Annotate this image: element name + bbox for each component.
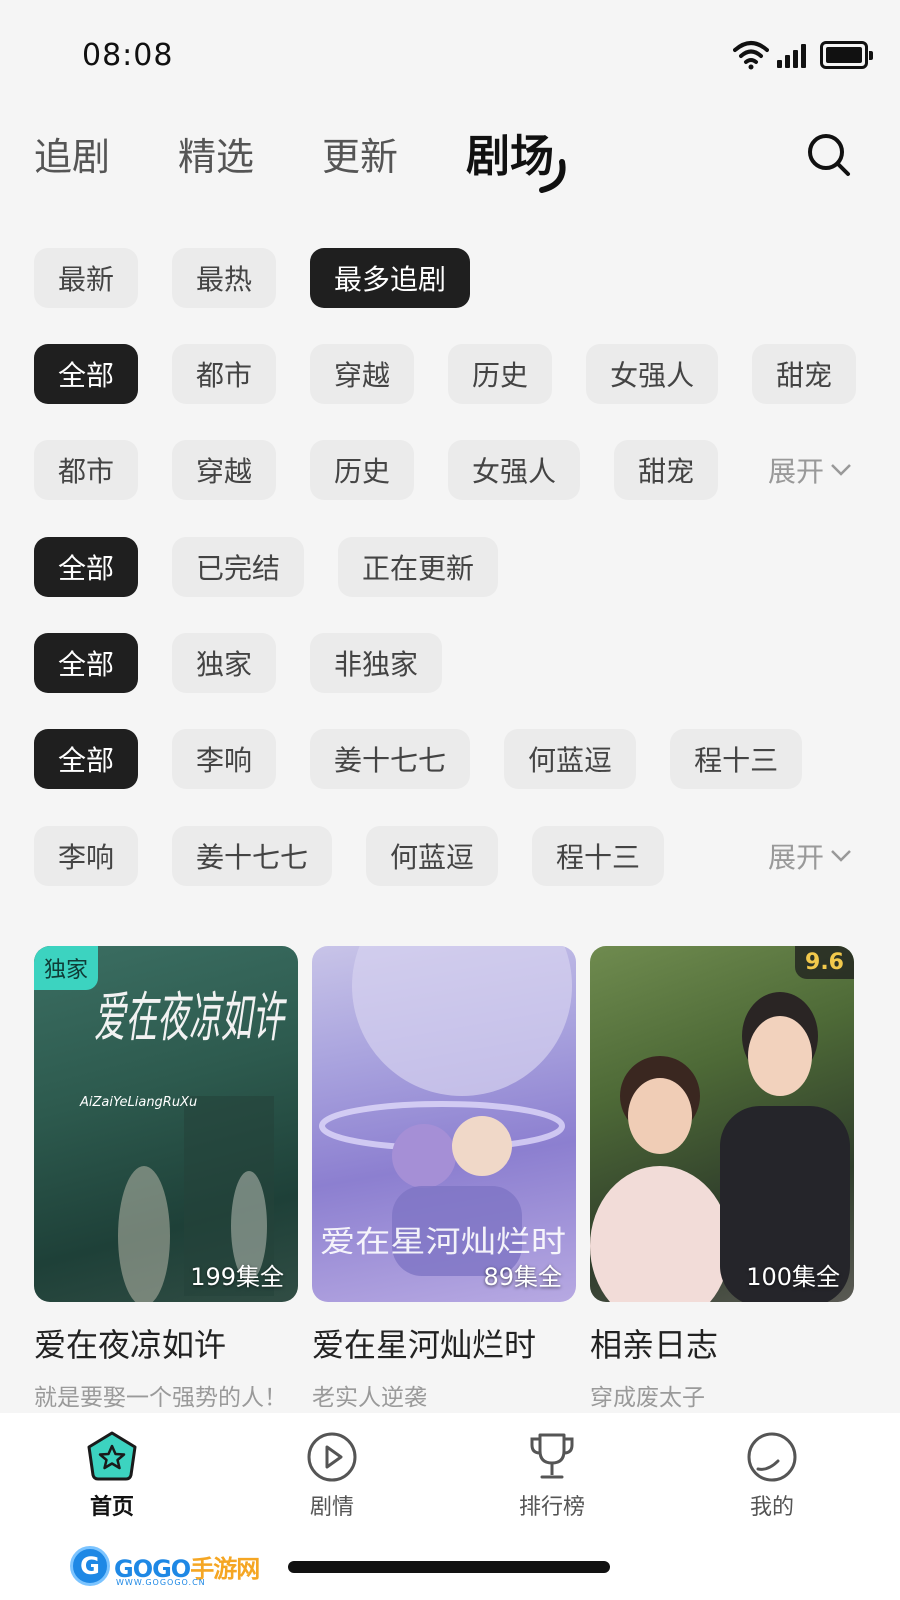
poster-title: 爱在星河灿烂时 — [320, 1225, 566, 1260]
genre-filter-row: 全部 都市 穿越 历史 女强人 甜宠 — [34, 344, 870, 404]
chip-genre2-sweet[interactable]: 甜宠 — [614, 440, 719, 500]
nav-label: 排行榜 — [518, 1495, 585, 1520]
chip-exclusive[interactable]: 独家 — [172, 633, 277, 693]
profile-circle-icon — [747, 1432, 797, 1482]
chip-genre2-timetravel[interactable]: 穿越 — [172, 440, 277, 500]
expand-actors-button[interactable]: 展开 — [768, 836, 852, 876]
chip-genre2-history[interactable]: 历史 — [310, 440, 415, 500]
trophy-icon — [530, 1433, 574, 1479]
chip-actor-2[interactable]: 姜十七七 — [310, 729, 471, 789]
drama-title: 爱在夜凉如许 — [34, 1326, 227, 1364]
drama-poster: 爱在夜凉如许 AiZaiYeLiangRuXu 独家 199集全 — [34, 946, 298, 1302]
drama-card[interactable]: 爱在星河灿烂时 89集全 爱在星河灿烂时 老实人逆袭 — [312, 946, 576, 1412]
chip-exclusive-all[interactable]: 全部 — [34, 633, 139, 693]
drama-description: 就是要娶一个强势的人！ — [34, 1385, 287, 1411]
poster-artwork: 爱在星河灿烂时 — [319, 946, 572, 1276]
chevron-down-icon — [831, 464, 851, 476]
chip-sort-most-followed[interactable]: 最多追剧 — [310, 248, 471, 308]
score-badge: 9.6 — [795, 946, 854, 979]
chip-status-all[interactable]: 全部 — [34, 537, 139, 597]
nav-home[interactable]: 首页 — [52, 1429, 172, 1521]
drama-description: 老实人逆袭 — [312, 1385, 427, 1411]
drama-grid: 爱在夜凉如许 AiZaiYeLiangRuXu 独家 199集全 爱在夜凉如许 … — [34, 946, 854, 1412]
tab-theater[interactable]: 剧场 — [466, 128, 566, 193]
chip-status-updating[interactable]: 正在更新 — [338, 537, 499, 597]
nav-ranking[interactable]: 排行榜 — [492, 1429, 612, 1521]
play-circle-icon — [307, 1432, 357, 1482]
chip-genre-sweet[interactable]: 甜宠 — [752, 344, 857, 404]
tab-follow[interactable]: 追剧 — [34, 128, 110, 186]
drama-card[interactable]: 9.6 100集全 相亲日志 穿成废太子 — [590, 946, 854, 1412]
nav-profile[interactable]: 我的 — [712, 1429, 832, 1521]
drama-description: 穿成废太子 — [590, 1385, 705, 1411]
watermark-logo: G GOGO手游网 WWW.GOGOGO.CN — [70, 1546, 260, 1587]
actor-filter-row: 全部 李响 姜十七七 何蓝逗 程十三 — [34, 729, 870, 789]
episode-count: 89集全 — [483, 1263, 562, 1291]
poster-artwork: 爱在夜凉如许 AiZaiYeLiangRuXu — [79, 986, 287, 1302]
actor-filter-row-2: 李响 姜十七七 何蓝逗 程十三 展开 — [34, 826, 870, 886]
chip-genre-timetravel[interactable]: 穿越 — [310, 344, 415, 404]
chip-actor-3[interactable]: 何蓝逗 — [504, 729, 637, 789]
chip-genre-history[interactable]: 历史 — [448, 344, 553, 404]
drama-poster: 9.6 100集全 — [590, 946, 854, 1302]
chip-genre-urban[interactable]: 都市 — [172, 344, 277, 404]
tab-updates[interactable]: 更新 — [322, 128, 398, 186]
genre-filter-row-2: 都市 穿越 历史 女强人 甜宠 展开 — [34, 440, 870, 500]
active-tab-indicator — [539, 159, 566, 193]
watermark-badge: G — [70, 1546, 110, 1586]
nav-plot[interactable]: 剧情 — [272, 1429, 392, 1521]
status-bar: 08:08 — [0, 0, 900, 110]
sort-filter-row: 最新 最热 最多追剧 — [34, 248, 870, 308]
chip-sort-newest[interactable]: 最新 — [34, 248, 139, 308]
chip-genre2-urban[interactable]: 都市 — [34, 440, 139, 500]
status-time: 08:08 — [82, 38, 174, 73]
chip-actor-1[interactable]: 李响 — [172, 729, 277, 789]
drama-title: 相亲日志 — [590, 1326, 719, 1364]
expand-genres-button[interactable]: 展开 — [768, 450, 852, 490]
chevron-down-icon — [831, 850, 851, 862]
chip-actor2-4[interactable]: 程十三 — [532, 826, 665, 886]
expand-label: 展开 — [767, 455, 824, 488]
chip-genre-all[interactable]: 全部 — [34, 344, 139, 404]
nav-label: 首页 — [89, 1495, 134, 1520]
battery-icon — [820, 41, 873, 69]
exclusive-filter-row: 全部 独家 非独家 — [34, 633, 870, 693]
watermark-url: WWW.GOGOGO.CN — [116, 1578, 206, 1587]
home-indicator[interactable] — [288, 1561, 610, 1573]
wifi-icon — [733, 41, 769, 70]
chip-genre2-strong-woman[interactable]: 女强人 — [448, 440, 581, 500]
chip-actor-4[interactable]: 程十三 — [670, 729, 803, 789]
chip-actor-all[interactable]: 全部 — [34, 729, 139, 789]
poster-artwork — [590, 992, 850, 1302]
poster-title: 爱在夜凉如许 — [94, 986, 287, 1049]
chip-actor2-1[interactable]: 李响 — [34, 826, 139, 886]
cell-signal-icon — [777, 42, 806, 68]
status-icons — [733, 40, 873, 70]
drama-card[interactable]: 爱在夜凉如许 AiZaiYeLiangRuXu 独家 199集全 爱在夜凉如许 … — [34, 946, 298, 1412]
chip-actor2-2[interactable]: 姜十七七 — [172, 826, 333, 886]
drama-poster: 爱在星河灿烂时 89集全 — [312, 946, 576, 1302]
episode-count: 199集全 — [190, 1263, 284, 1291]
chip-sort-hottest[interactable]: 最热 — [172, 248, 277, 308]
tab-featured[interactable]: 精选 — [178, 128, 254, 186]
chip-genre-strong-woman[interactable]: 女强人 — [586, 344, 719, 404]
status-filter-row: 全部 已完结 正在更新 — [34, 537, 870, 597]
expand-label: 展开 — [767, 841, 824, 874]
home-star-icon — [87, 1431, 137, 1481]
episode-count: 100集全 — [746, 1263, 840, 1291]
chip-non-exclusive[interactable]: 非独家 — [310, 633, 443, 693]
chip-actor2-3[interactable]: 何蓝逗 — [366, 826, 499, 886]
top-tabs: 追剧 精选 更新 剧场 — [34, 128, 622, 193]
search-icon[interactable] — [806, 132, 852, 178]
nav-label: 剧情 — [309, 1495, 354, 1520]
nav-label: 我的 — [749, 1495, 794, 1520]
drama-title: 爱在星河灿烂时 — [312, 1326, 537, 1364]
poster-subtitle: AiZaiYeLiangRuXu — [79, 1095, 197, 1110]
chip-status-completed[interactable]: 已完结 — [172, 537, 305, 597]
exclusive-badge: 独家 — [34, 946, 99, 990]
